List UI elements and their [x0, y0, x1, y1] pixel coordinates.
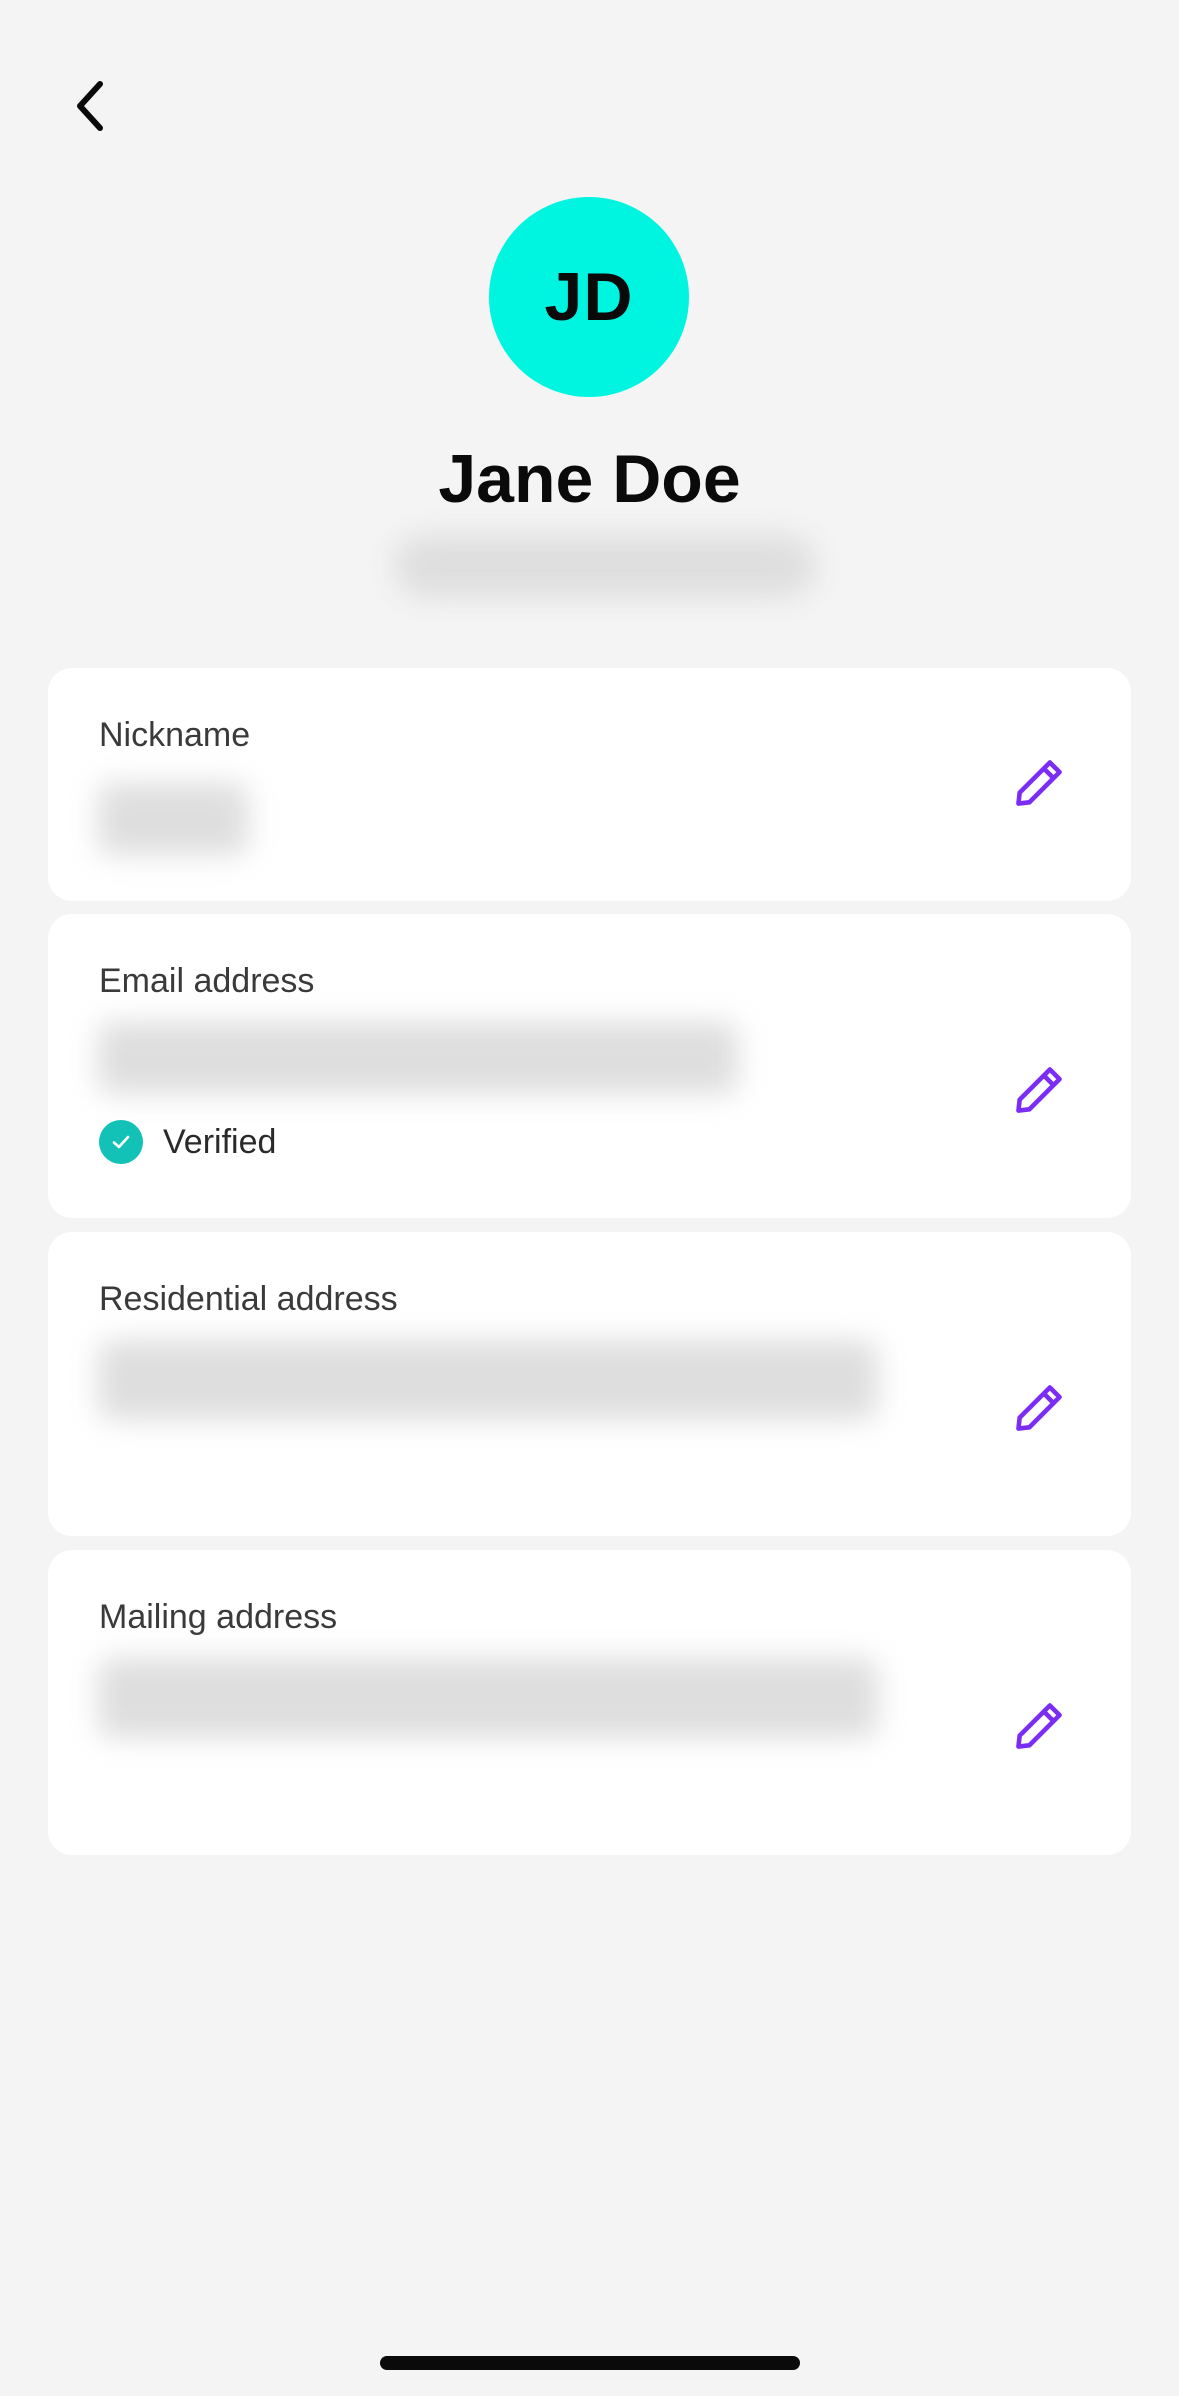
- residential-address-value-redacted: [98, 1340, 878, 1420]
- nickname-card[interactable]: Nickname: [48, 668, 1131, 901]
- edit-nickname-button[interactable]: [1007, 751, 1071, 815]
- residential-address-card[interactable]: Residential address: [48, 1232, 1131, 1536]
- edit-mailing-address-button[interactable]: [1007, 1694, 1071, 1758]
- avatar-initials: JD: [544, 259, 634, 335]
- mailing-address-card[interactable]: Mailing address: [48, 1550, 1131, 1855]
- avatar: JD: [489, 197, 689, 397]
- phone-number-redacted: [395, 535, 815, 597]
- chevron-left-icon: [77, 81, 103, 131]
- email-card[interactable]: Email address Verified: [48, 914, 1131, 1218]
- check-circle-icon: [99, 1120, 143, 1164]
- pencil-icon: [1016, 760, 1062, 806]
- back-button[interactable]: [60, 70, 120, 142]
- nickname-label: Nickname: [99, 716, 251, 754]
- email-value-redacted: [98, 1022, 738, 1094]
- nickname-value-redacted: [98, 783, 248, 855]
- home-indicator: [380, 2356, 800, 2370]
- email-label: Email address: [99, 962, 315, 1000]
- mailing-address-label: Mailing address: [99, 1598, 338, 1636]
- edit-residential-address-button[interactable]: [1007, 1376, 1071, 1440]
- mailing-address-value-redacted: [98, 1658, 878, 1738]
- profile-name: Jane Doe: [438, 441, 741, 517]
- pencil-icon: [1016, 1067, 1062, 1113]
- pencil-icon: [1016, 1703, 1062, 1749]
- pencil-icon: [1016, 1385, 1062, 1431]
- edit-email-button[interactable]: [1007, 1058, 1071, 1122]
- verified-status: Verified: [99, 1120, 276, 1164]
- verified-label: Verified: [163, 1122, 277, 1161]
- residential-address-label: Residential address: [99, 1280, 398, 1318]
